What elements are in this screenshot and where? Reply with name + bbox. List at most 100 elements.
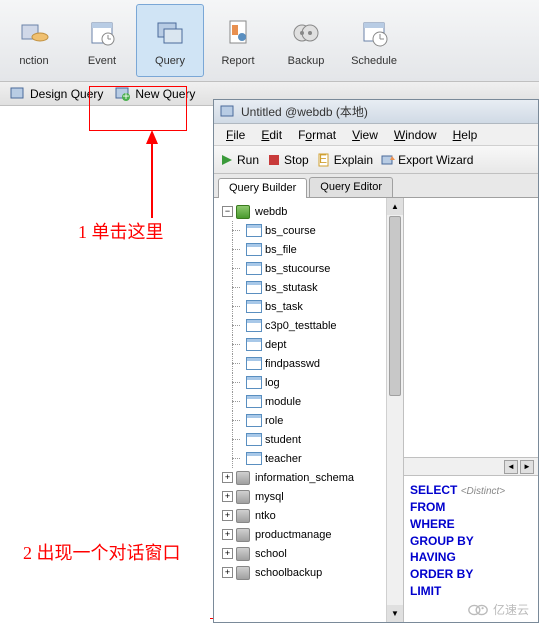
- menu-help[interactable]: Help: [447, 126, 484, 144]
- tree-expand-icon[interactable]: +: [222, 529, 233, 540]
- tree-expand-icon[interactable]: +: [222, 567, 233, 578]
- tree-table-item[interactable]: module: [218, 392, 403, 411]
- report-icon: [220, 15, 256, 51]
- tree-expand-icon[interactable]: +: [222, 510, 233, 521]
- tree-table-item[interactable]: bs_stucourse: [218, 259, 403, 278]
- table-icon: [246, 414, 262, 428]
- tree-table-item[interactable]: log: [218, 373, 403, 392]
- stop-button[interactable]: Stop: [267, 153, 309, 167]
- tree-db-item[interactable]: +ntko: [218, 506, 403, 525]
- scroll-thumb[interactable]: [389, 216, 401, 396]
- database-gray-icon: [236, 528, 252, 542]
- menu-file[interactable]: File: [220, 126, 251, 144]
- watermark: 亿速云: [467, 601, 529, 618]
- database-gray-icon: [236, 547, 252, 561]
- table-icon: [246, 262, 262, 276]
- tree-root-label: webdb: [255, 206, 287, 218]
- design-query-label: Design Query: [30, 87, 103, 101]
- menu-format[interactable]: Format: [292, 126, 342, 144]
- tree-table-label: bs_stutask: [265, 282, 318, 294]
- tree-table-item[interactable]: dept: [218, 335, 403, 354]
- tree-root-node[interactable]: − webdb: [218, 202, 403, 221]
- table-icon: [246, 357, 262, 371]
- explain-icon: E: [317, 153, 331, 167]
- menubar: File Edit Format View Window Help: [214, 124, 538, 146]
- watermark-text: 亿速云: [493, 601, 529, 618]
- explain-button[interactable]: E Explain: [317, 153, 373, 167]
- function-icon: [16, 15, 52, 51]
- tree-collapse-icon[interactable]: −: [222, 206, 233, 217]
- tree-table-item[interactable]: bs_course: [218, 221, 403, 240]
- watermark-icon: [467, 603, 489, 617]
- event-button[interactable]: Event: [68, 4, 136, 77]
- menu-view[interactable]: View: [346, 126, 384, 144]
- run-icon: [220, 153, 234, 167]
- tree-expand-icon[interactable]: +: [222, 472, 233, 483]
- dialog-title-icon: [220, 104, 236, 120]
- table-icon: [246, 300, 262, 314]
- query-button[interactable]: Query: [136, 4, 204, 77]
- tree-table-item[interactable]: bs_file: [218, 240, 403, 259]
- tab-query-editor[interactable]: Query Editor: [309, 177, 393, 197]
- table-icon: [246, 319, 262, 333]
- database-gray-icon: [236, 490, 252, 504]
- export-wizard-button[interactable]: Export Wizard: [381, 153, 473, 167]
- tree-expand-icon[interactable]: +: [222, 491, 233, 502]
- menu-edit[interactable]: Edit: [255, 126, 288, 144]
- run-button[interactable]: Run: [220, 153, 259, 167]
- sql-where: WHERE: [410, 516, 532, 533]
- tree-table-item[interactable]: findpasswd: [218, 354, 403, 373]
- tree-table-item[interactable]: bs_task: [218, 297, 403, 316]
- schedule-icon: [356, 15, 392, 51]
- tree-table-item[interactable]: teacher: [218, 449, 403, 468]
- design-query-button[interactable]: Design Query: [4, 84, 109, 104]
- table-icon: [246, 433, 262, 447]
- report-button[interactable]: Report: [204, 4, 272, 77]
- table-icon: [246, 376, 262, 390]
- tree-db-item[interactable]: + school: [218, 544, 403, 563]
- query-icon: [152, 15, 188, 51]
- table-icon: [246, 243, 262, 257]
- tree-table-item[interactable]: role: [218, 411, 403, 430]
- dialog-titlebar[interactable]: Untitled @webdb (本地): [214, 100, 538, 124]
- explain-label: Explain: [334, 153, 373, 167]
- export-wizard-label: Export Wizard: [398, 153, 473, 167]
- tree-table-item[interactable]: student: [218, 430, 403, 449]
- function-button[interactable]: nction: [0, 4, 68, 77]
- tree-db-label: schoolbackup: [255, 567, 322, 579]
- tree-db-item[interactable]: + information_schema: [218, 468, 403, 487]
- tree-db-item[interactable]: +productmanage: [218, 525, 403, 544]
- tabbar: Query Builder Query Editor: [214, 174, 538, 198]
- database-gray-icon: [236, 566, 252, 580]
- tree-table-label: c3p0_testtable: [265, 320, 337, 332]
- backup-button[interactable]: Backup: [272, 4, 340, 77]
- dialog-title: Untitled @webdb (本地): [241, 103, 368, 120]
- annotation-1: 1 单击这里: [78, 218, 164, 244]
- tree-db-item[interactable]: + schoolbackup: [218, 563, 403, 582]
- report-label: Report: [221, 55, 254, 67]
- tab-query-builder[interactable]: Query Builder: [218, 178, 307, 198]
- schedule-button[interactable]: Schedule: [340, 4, 408, 77]
- database-icon: [236, 205, 252, 219]
- tree-expand-icon[interactable]: +: [222, 548, 233, 559]
- menu-window[interactable]: Window: [388, 126, 443, 144]
- scroll-down-icon[interactable]: ▼: [387, 605, 403, 622]
- tree-db-item[interactable]: +mysql: [218, 487, 403, 506]
- database-gray-icon: [236, 509, 252, 523]
- scroll-right-icon[interactable]: ►: [520, 460, 534, 474]
- tree-db-label: information_schema: [255, 472, 354, 484]
- event-label: Event: [88, 55, 116, 67]
- database-gray-icon: [236, 471, 252, 485]
- tree-scrollbar[interactable]: ▲ ▼: [386, 198, 403, 622]
- scroll-up-icon[interactable]: ▲: [387, 198, 403, 215]
- tree-table-item[interactable]: c3p0_testtable: [218, 316, 403, 335]
- builder-canvas[interactable]: [404, 198, 538, 458]
- tree-table-label: student: [265, 434, 301, 446]
- svg-text:+: +: [123, 89, 130, 102]
- tree-panel[interactable]: − webdb bs_coursebs_filebs_stucourse bs_stu…: [214, 198, 404, 622]
- tree-table-item[interactable]: bs_stutask: [218, 278, 403, 297]
- tree-db-label: school: [255, 548, 287, 560]
- scroll-left-icon[interactable]: ◄: [504, 460, 518, 474]
- new-query-button[interactable]: + New Query: [109, 84, 201, 104]
- table-icon: [246, 224, 262, 238]
